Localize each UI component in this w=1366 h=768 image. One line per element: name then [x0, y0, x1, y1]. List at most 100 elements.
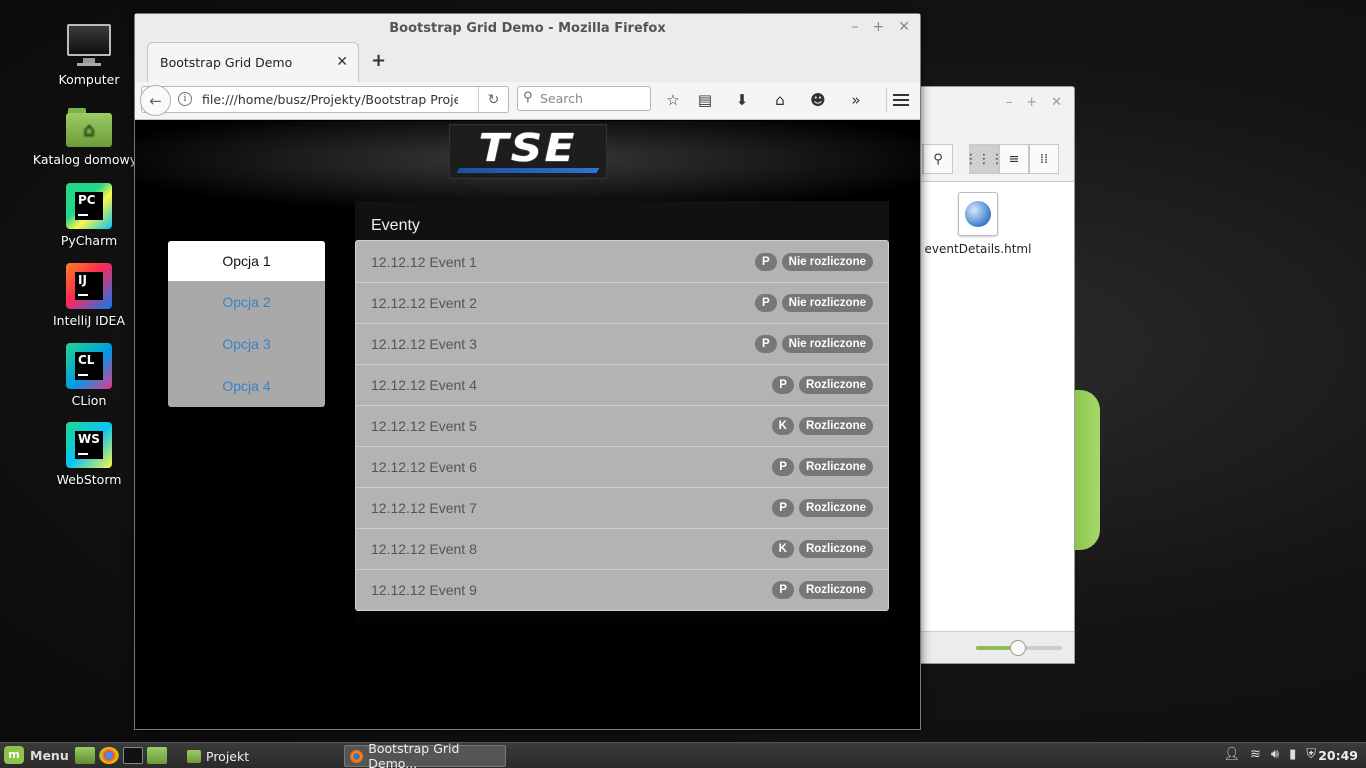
maximize-icon[interactable]: +	[873, 19, 885, 35]
zoom-slider[interactable]	[976, 640, 1062, 656]
event-badges: P Rozliczone	[772, 458, 873, 476]
minimize-icon[interactable]: –	[852, 19, 859, 35]
file-manager-titlebar[interactable]: – + ✕	[911, 87, 1074, 117]
user-icon[interactable]: 👤︎	[1223, 747, 1240, 762]
event-type-badge: P	[772, 499, 794, 517]
url-text[interactable]: file:///home/busz/Projekty/Bootstrap Pro…	[202, 92, 458, 107]
compact-view-button[interactable]: ⁞⁞	[1029, 144, 1059, 174]
minimize-icon[interactable]: –	[1006, 95, 1013, 110]
desktop-icon-webstorm[interactable]: WS WebStorm	[30, 422, 148, 487]
taskbar-task-projekt[interactable]: Projekt	[182, 745, 338, 767]
new-tab-icon[interactable]: +	[371, 50, 386, 71]
window-titlebar[interactable]: Bootstrap Grid Demo - Mozilla Firefox – …	[135, 14, 920, 42]
start-menu-button[interactable]: m Menu	[4, 746, 69, 764]
tab-close-icon[interactable]: ✕	[336, 54, 348, 70]
desktop-icon-clion[interactable]: CL CLion	[30, 343, 148, 408]
overflow-chevron-icon[interactable]: »	[846, 91, 866, 109]
event-row[interactable]: 12.12.12 Event 9 P Rozliczone	[356, 569, 888, 610]
volume-icon[interactable]: 🔊︎	[1271, 747, 1279, 762]
event-name: 12.12.12 Event 4	[371, 377, 477, 393]
desktop-icon-computer[interactable]: Komputer	[30, 22, 148, 87]
event-row[interactable]: 12.12.12 Event 3 P Nie rozliczone	[356, 323, 888, 364]
zoom-slider-handle[interactable]	[1010, 640, 1027, 656]
side-menu-item[interactable]: Opcja 3	[168, 323, 325, 365]
clock[interactable]: 20:49	[1318, 748, 1358, 763]
event-status-badge: Rozliczone	[798, 417, 873, 435]
search-icon: ⚲	[523, 90, 533, 105]
close-icon[interactable]: ✕	[1051, 95, 1062, 110]
folder-icon	[187, 749, 201, 763]
event-row[interactable]: 12.12.12 Event 5 K Rozliczone	[356, 405, 888, 446]
back-button[interactable]: ←	[140, 85, 171, 116]
menu-button[interactable]	[886, 88, 914, 112]
desktop-icon-pycharm[interactable]: PC PyCharm	[30, 183, 148, 248]
file-manager-window[interactable]: – + ✕ ⚲ ⋮⋮⋮ ≡ ⁞⁞ eventDetails.html	[910, 86, 1075, 664]
site-info-icon[interactable]: i	[178, 92, 192, 106]
desktop-icon-home[interactable]: ⌂ Katalog domowy	[30, 104, 148, 167]
system-tray: 👤︎ ≋ 🔊︎ ▮ ⛨	[1223, 747, 1316, 762]
wifi-icon[interactable]: ≋	[1250, 747, 1261, 762]
navigation-bar: ← i file:///home/busz/Projekty/Bootstrap…	[135, 82, 920, 120]
side-menu-item[interactable]: Opcja 4	[168, 365, 325, 407]
section-title: Eventy	[371, 217, 420, 234]
emoji-icon[interactable]: ☻	[808, 91, 828, 109]
list-view-button[interactable]: ≡	[999, 144, 1029, 174]
reload-icon[interactable]: ↻	[478, 87, 508, 112]
event-status-badge: Nie rozliczone	[781, 335, 873, 353]
bookmark-star-icon[interactable]: ☆	[663, 91, 683, 109]
download-icon[interactable]: ⬇	[732, 91, 752, 109]
event-status-badge: Nie rozliczone	[781, 252, 873, 271]
show-desktop-icon[interactable]	[75, 747, 95, 764]
menu-label: Menu	[30, 747, 69, 763]
event-name: 12.12.12 Event 1	[371, 253, 477, 270]
browser-tab[interactable]: Bootstrap Grid Demo ✕	[147, 42, 359, 82]
event-row[interactable]: 12.12.12 Event 7 P Rozliczone	[356, 487, 888, 528]
home-icon[interactable]: ⌂	[770, 91, 790, 109]
event-name: 12.12.12 Event 9	[371, 582, 477, 598]
side-menu: Opcja 1 Opcja 2 Opcja 3 Opcja 4	[168, 241, 325, 407]
files-icon[interactable]	[147, 747, 167, 764]
file-item[interactable]: eventDetails.html	[923, 192, 1033, 256]
shield-icon[interactable]: ⛨	[1306, 747, 1316, 762]
event-row[interactable]: 12.12.12 Event 8 K Rozliczone	[356, 528, 888, 569]
event-status-badge: Rozliczone	[798, 458, 873, 476]
close-icon[interactable]: ✕	[898, 19, 910, 35]
event-status-badge: Rozliczone	[798, 376, 873, 394]
event-type-badge: K	[771, 540, 794, 558]
event-type-badge: P	[772, 458, 794, 476]
terminal-icon[interactable]	[123, 747, 143, 764]
event-name: 12.12.12 Event 5	[371, 418, 477, 434]
event-badges: P Nie rozliczone	[755, 252, 873, 271]
search-icon: ⚲	[933, 151, 943, 167]
file-manager-statusbar	[911, 631, 1074, 663]
event-row[interactable]: 12.12.12 Event 1 P Nie rozliczone	[356, 241, 888, 282]
chrome-icon[interactable]	[99, 747, 119, 764]
url-bar[interactable]: ← i file:///home/busz/Projekty/Bootstrap…	[140, 85, 509, 116]
maximize-icon[interactable]: +	[1026, 95, 1037, 110]
event-row[interactable]: 12.12.12 Event 2 P Nie rozliczone	[356, 282, 888, 323]
desktop-icon-intellij[interactable]: IJ IntelliJ IDEA	[30, 263, 148, 328]
event-badges: K Rozliczone	[771, 417, 873, 435]
side-menu-item[interactable]: Opcja 2	[168, 281, 325, 323]
desktop-icon-label: WebStorm	[56, 472, 122, 487]
event-row[interactable]: 12.12.12 Event 6 P Rozliczone	[356, 446, 888, 487]
taskbar-task-firefox[interactable]: Bootstrap Grid Demo...	[344, 741, 506, 768]
event-status-badge: Rozliczone	[798, 540, 873, 558]
search-input[interactable]: ⚲ Search	[517, 86, 651, 111]
search-placeholder: Search	[540, 91, 583, 106]
icon-view-button[interactable]: ⋮⋮⋮	[965, 144, 1004, 174]
event-badges: P Rozliczone	[772, 376, 873, 394]
search-button[interactable]: ⚲	[923, 144, 953, 174]
firefox-icon	[350, 749, 364, 763]
event-badges: P Nie rozliczone	[755, 335, 873, 353]
side-menu-item[interactable]: Opcja 1	[168, 241, 325, 281]
battery-icon[interactable]: ▮	[1289, 747, 1296, 762]
event-type-badge: K	[771, 417, 794, 435]
mint-logo-icon: m	[4, 746, 24, 764]
clion-icon: CL	[66, 343, 112, 389]
desktop-icon-label: IntelliJ IDEA	[52, 313, 126, 328]
event-row[interactable]: 12.12.12 Event 4 P Rozliczone	[356, 364, 888, 405]
reading-list-icon[interactable]: ▤	[695, 91, 715, 109]
browser-window[interactable]: Bootstrap Grid Demo - Mozilla Firefox – …	[134, 13, 921, 730]
desktop-icon-label: Komputer	[58, 72, 120, 87]
